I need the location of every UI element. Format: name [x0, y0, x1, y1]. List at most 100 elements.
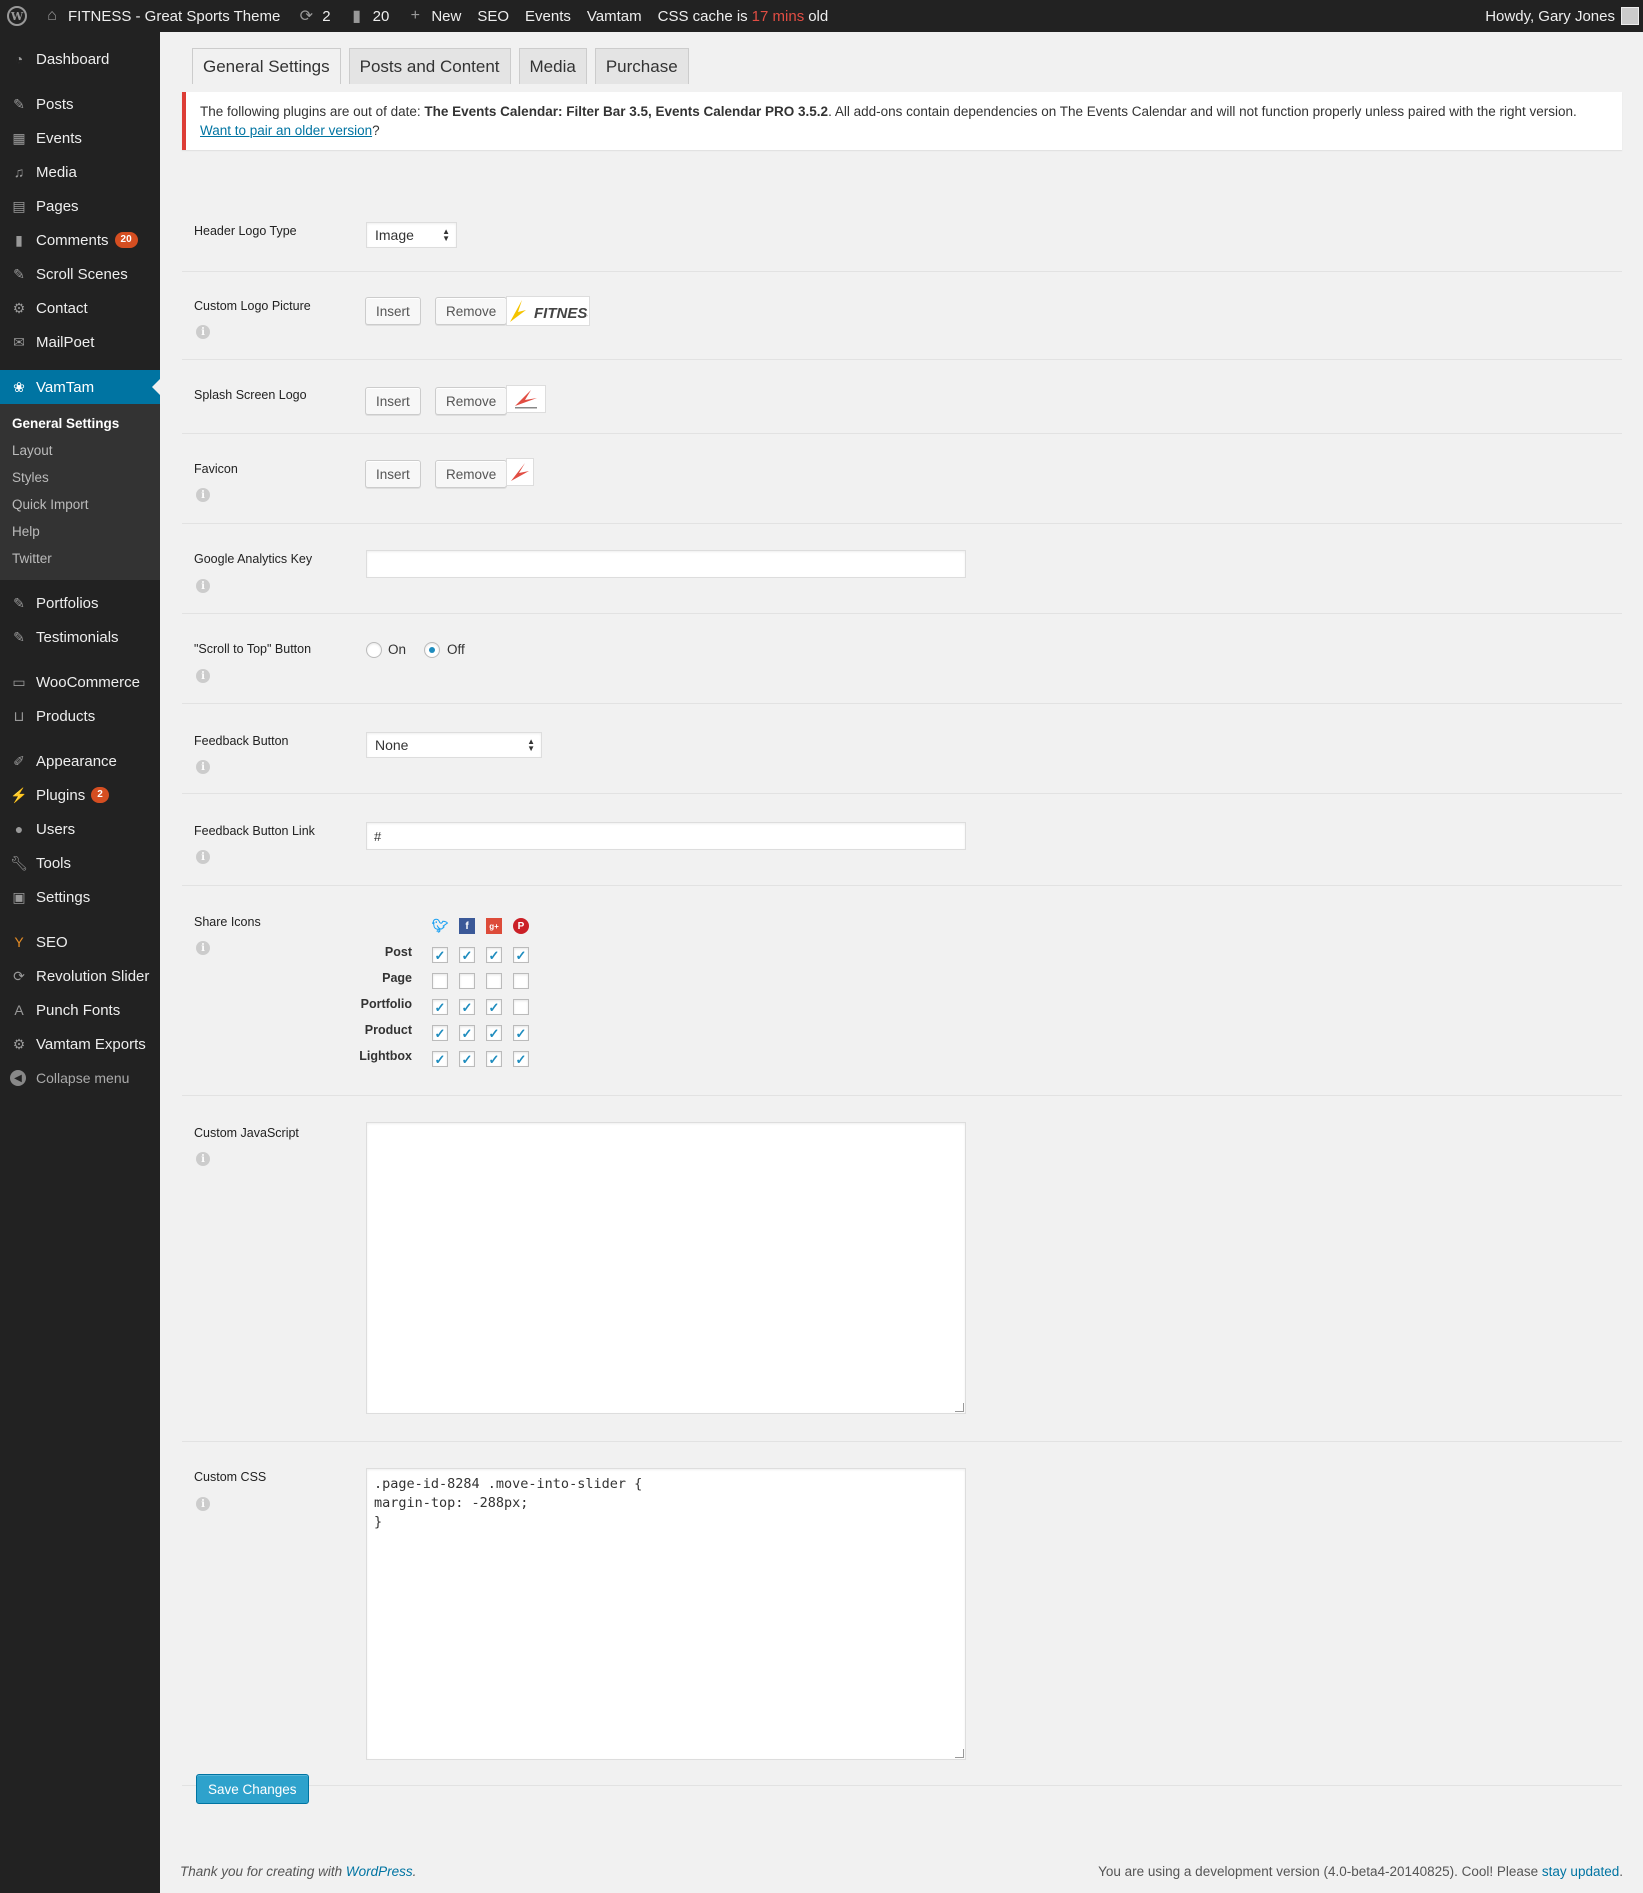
vamtam-link[interactable]: Vamtam: [579, 0, 650, 32]
submenu-twitter[interactable]: Twitter: [0, 545, 160, 572]
menu-scroll-scenes[interactable]: ✎ Scroll Scenes: [0, 257, 160, 291]
share-portfolio-facebook-checkbox[interactable]: ✓: [459, 999, 475, 1015]
tab-purchase[interactable]: Purchase: [594, 48, 689, 84]
custom-css-textarea[interactable]: .page-id-8284 .move-into-slider { margin…: [366, 1468, 966, 1760]
row-feedback-button: Feedback Button i None ▲ ▼: [182, 704, 1622, 794]
info-icon[interactable]: i: [196, 850, 210, 864]
menu-portfolios[interactable]: ✎ Portfolios: [0, 586, 160, 620]
share-page-twitter-checkbox[interactable]: [432, 973, 448, 989]
tab-media[interactable]: Media: [518, 48, 587, 84]
favicon-insert-button[interactable]: Insert: [365, 460, 421, 488]
share-lightbox-twitter-checkbox[interactable]: ✓: [432, 1051, 448, 1067]
share-post-facebook-checkbox[interactable]: ✓: [459, 947, 475, 963]
custom-logo-insert-button[interactable]: Insert: [365, 297, 421, 325]
stay-updated-link[interactable]: stay updated: [1542, 1864, 1619, 1879]
menu-woocommerce[interactable]: ▭ WooCommerce: [0, 665, 160, 699]
resize-grip-icon[interactable]: [955, 1749, 964, 1758]
feedback-button-select[interactable]: None ▲ ▼: [366, 732, 542, 758]
share-lightbox-googleplus-checkbox[interactable]: ✓: [486, 1051, 502, 1067]
menu-vamtam[interactable]: ❀ VamTam: [0, 370, 160, 404]
menu-pages[interactable]: ▤ Pages: [0, 189, 160, 223]
favicon-remove-button[interactable]: Remove: [435, 460, 508, 488]
scroll-to-top-off-label[interactable]: Off: [447, 642, 465, 657]
share-lightbox-pinterest-checkbox[interactable]: ✓: [513, 1051, 529, 1067]
menu-contact[interactable]: ⚙ Contact: [0, 291, 160, 325]
scroll-to-top-on-radio[interactable]: [366, 642, 382, 658]
menu-comments[interactable]: ▮ Comments 20: [0, 223, 160, 257]
submenu-help[interactable]: Help: [0, 518, 160, 545]
pin-icon: ✎: [13, 95, 25, 112]
events-link[interactable]: Events: [517, 0, 579, 32]
menu-tools[interactable]: 🔧︎ Tools: [0, 846, 160, 880]
menu-products[interactable]: ⊔ Products: [0, 699, 160, 733]
menu-seo[interactable]: Y SEO: [0, 925, 160, 959]
share-page-facebook-checkbox[interactable]: [459, 973, 475, 989]
share-product-googleplus-checkbox[interactable]: ✓: [486, 1025, 502, 1041]
share-page-googleplus-checkbox[interactable]: [486, 973, 502, 989]
submenu-styles[interactable]: Styles: [0, 464, 160, 491]
submenu-general-settings[interactable]: General Settings: [0, 410, 160, 437]
older-version-link[interactable]: Want to pair an older version: [200, 123, 372, 138]
info-icon[interactable]: i: [196, 325, 210, 339]
info-icon[interactable]: i: [196, 941, 210, 955]
menu-media[interactable]: ♫ Media: [0, 155, 160, 189]
share-lightbox-facebook-checkbox[interactable]: ✓: [459, 1051, 475, 1067]
splash-logo-insert-button[interactable]: Insert: [365, 387, 421, 415]
share-product-facebook-checkbox[interactable]: ✓: [459, 1025, 475, 1041]
share-product-twitter-checkbox[interactable]: ✓: [432, 1025, 448, 1041]
share-post-pinterest-checkbox[interactable]: ✓: [513, 947, 529, 963]
info-icon[interactable]: i: [196, 579, 210, 593]
custom-javascript-textarea[interactable]: [366, 1122, 966, 1414]
plugin-icon: ⚡: [10, 786, 28, 803]
menu-users[interactable]: ● Users: [0, 812, 160, 846]
menu-vamtam-exports[interactable]: ⚙ Vamtam Exports: [0, 1027, 160, 1061]
menu-settings[interactable]: ▣ Settings: [0, 880, 160, 914]
menu-appearance[interactable]: ✐ Appearance: [0, 744, 160, 778]
share-portfolio-twitter-checkbox[interactable]: ✓: [432, 999, 448, 1015]
menu-punch-fonts[interactable]: A Punch Fonts: [0, 993, 160, 1027]
share-product-pinterest-checkbox[interactable]: ✓: [513, 1025, 529, 1041]
info-icon[interactable]: i: [196, 1497, 210, 1511]
splash-logo-remove-button[interactable]: Remove: [435, 387, 508, 415]
share-portfolio-googleplus-checkbox[interactable]: ✓: [486, 999, 502, 1015]
pin-icon: ✎: [13, 265, 25, 282]
tab-general-settings[interactable]: General Settings: [192, 48, 341, 84]
updates-link[interactable]: ⟳ 2: [288, 0, 338, 32]
menu-posts[interactable]: ✎ Posts: [0, 87, 160, 121]
resize-grip-icon[interactable]: [955, 1403, 964, 1412]
menu-dashboard[interactable]: ◔ Dashboard: [0, 42, 160, 76]
info-icon[interactable]: i: [196, 760, 210, 774]
my-account-link[interactable]: Howdy, Gary Jones: [1477, 0, 1643, 32]
menu-testimonials[interactable]: ✎ Testimonials: [0, 620, 160, 654]
site-name-link[interactable]: ⌂ FITNESS - Great Sports Theme: [34, 0, 288, 32]
collapse-menu-button[interactable]: ◀ Collapse menu: [0, 1061, 160, 1095]
custom-logo-remove-button[interactable]: Remove: [435, 297, 508, 325]
info-icon[interactable]: i: [196, 669, 210, 683]
share-page-pinterest-checkbox[interactable]: [513, 973, 529, 989]
wordpress-logo-icon[interactable]: W: [0, 0, 34, 32]
tab-posts-and-content[interactable]: Posts and Content: [348, 48, 511, 84]
info-icon[interactable]: i: [196, 488, 210, 502]
menu-plugins[interactable]: ⚡ Plugins 2: [0, 778, 160, 812]
analytics-key-input[interactable]: [366, 550, 966, 578]
save-changes-button[interactable]: Save Changes: [196, 1774, 309, 1804]
seo-link[interactable]: SEO: [469, 0, 517, 32]
scroll-to-top-off-radio[interactable]: [424, 642, 440, 658]
new-content-link[interactable]: + New: [397, 0, 469, 32]
menu-revolution-slider[interactable]: ⟳ Revolution Slider: [0, 959, 160, 993]
info-icon[interactable]: i: [196, 1152, 210, 1166]
menu-mailpoet[interactable]: ✉ MailPoet: [0, 325, 160, 359]
share-portfolio-pinterest-checkbox[interactable]: [513, 999, 529, 1015]
submenu-quick-import[interactable]: Quick Import: [0, 491, 160, 518]
css-cache-status[interactable]: CSS cache is 17 mins old: [650, 0, 837, 32]
header-logo-type-select[interactable]: Image ▲ ▼: [366, 222, 457, 248]
menu-events[interactable]: ▦ Events: [0, 121, 160, 155]
share-row-lightbox-label: Lightbox: [359, 1049, 412, 1063]
wordpress-link[interactable]: WordPress: [346, 1864, 413, 1879]
share-post-googleplus-checkbox[interactable]: ✓: [486, 947, 502, 963]
feedback-link-input[interactable]: #: [366, 822, 966, 850]
comments-link[interactable]: ▮ 20: [339, 0, 398, 32]
submenu-layout[interactable]: Layout: [0, 437, 160, 464]
scroll-to-top-on-label[interactable]: On: [388, 642, 406, 657]
share-post-twitter-checkbox[interactable]: ✓: [432, 947, 448, 963]
